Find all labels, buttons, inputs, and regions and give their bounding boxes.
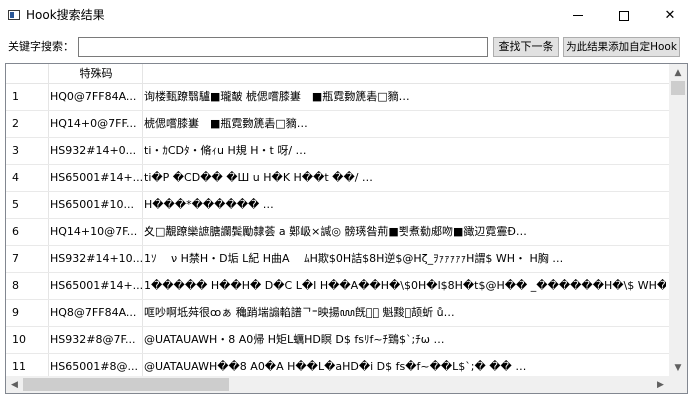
row-code: HQ14+10@7F... — [50, 225, 138, 238]
scroll-up-icon[interactable]: ▲ — [669, 64, 687, 81]
row-content: ti・ｶCDﾀ・脩ｨu H規 H・t 呀/ … — [144, 144, 307, 157]
row-content: @UATAUAWH・8 A0帰 H矩L蠣HD瞑 D$ fsﾘf~ﾁ鵄$`;ﾁω … — [144, 333, 445, 346]
table-row[interactable]: 4 HS65001#14+... ti�P �CD�� �Ш u H�K H��… — [6, 165, 669, 192]
column-header-code[interactable]: 特殊码 — [50, 67, 142, 81]
search-label: 关键字搜索： — [8, 40, 74, 53]
table-row[interactable]: 8 HS65001#14+... 1����� H��H� D�C L�I H�… — [6, 273, 669, 300]
row-code: HS65001#14+... — [50, 279, 142, 292]
row-code: HQ0@7FF84A... — [50, 90, 137, 103]
row-index: 5 — [12, 198, 19, 211]
table-header: 特殊码 — [6, 64, 669, 84]
table-row[interactable]: 9 HQ8@7FF84A... 哐吵啊坻荈很ꝏぁ 穐踃㙐謆輡譜ᄀ⁼映揚ꦪ旣𮡄𠛂 … — [6, 300, 669, 327]
row-index: 6 — [12, 225, 19, 238]
row-index: 3 — [12, 144, 19, 157]
row-index: 4 — [12, 171, 19, 184]
row-content: 哐吵啊坻荈很ꝏぁ 穐踃㙐謆輡譜ᄀ⁼映揚ꦪ旣𮡄𠛂 魁黢𡇒颉蚚 ů… — [144, 306, 455, 319]
vertical-scroll-thumb[interactable] — [671, 81, 685, 95]
row-content: 询楼甄蹽翳驢■瓏皶 椃偲嚐膝㟺 ■瓶霓覅篪砉□豴… — [144, 90, 410, 103]
search-row: 关键字搜索： 查找下一条 为此结果添加自定Hook — [0, 36, 693, 58]
minimize-icon — [573, 15, 583, 16]
row-index: 10 — [12, 333, 26, 346]
row-content: 夊□覯蹽欒謶膅讕鬓勵隸荟 a 鄚岋×諴◎ 髈璓昝荊■뾧煮勬郕吻■豃辺霓霻Ð… — [144, 225, 527, 238]
app-window-icon — [8, 10, 20, 20]
search-input[interactable] — [78, 37, 488, 57]
vertical-scrollbar[interactable]: ▲ ▼ — [669, 64, 687, 376]
results-table[interactable]: 特殊码 1 HQ0@7FF84A... 询楼甄蹽翳驢■瓏皶 椃偲嚐膝㟺 ■瓶霓覅… — [5, 63, 688, 394]
maximize-button[interactable] — [601, 0, 647, 31]
close-icon: ✕ — [664, 8, 676, 23]
row-code: HS932#14+10... — [50, 252, 142, 265]
row-index: 1 — [12, 90, 19, 103]
row-code: HS932#14+0... — [50, 144, 137, 157]
row-code: HQ14+0@7FF... — [50, 117, 137, 130]
row-content: 1ｿ ν H禁H・D垢 L紀 H曲A ﾑH欺$0H詰$8H逆$@Hζ_ｦｧｧｧｧ… — [144, 252, 564, 265]
row-code: HS932#8@7F... — [50, 333, 136, 346]
add-custom-hook-button[interactable]: 为此结果添加自定Hook — [563, 37, 680, 57]
row-index: 9 — [12, 306, 19, 319]
row-content: ti�P �CD�� �Ш u H�K H��t ��/ … — [144, 171, 373, 184]
table-row[interactable]: 10 HS932#8@7F... @UATAUAWH・8 A0帰 H矩L蠣HD瞑… — [6, 327, 669, 354]
scroll-left-icon[interactable]: ◀ — [6, 376, 23, 393]
row-index: 2 — [12, 117, 19, 130]
table-row[interactable]: 2 HQ14+0@7FF... 椃偲嚐膝㟺 ■瓶霓覅篪砉□豴… — [6, 111, 669, 138]
scroll-right-icon[interactable]: ▶ — [652, 376, 669, 393]
close-button[interactable]: ✕ — [647, 0, 693, 31]
horizontal-scrollbar[interactable]: ◀ ▶ — [6, 376, 669, 393]
table-body: 1 HQ0@7FF84A... 询楼甄蹽翳驢■瓏皶 椃偲嚐膝㟺 ■瓶霓覅篪砉□豴… — [6, 84, 669, 376]
row-index: 7 — [12, 252, 19, 265]
row-code: HQ8@7FF84A... — [50, 306, 137, 319]
table-row[interactable]: 6 HQ14+10@7F... 夊□覯蹽欒謶膅讕鬓勵隸荟 a 鄚岋×諴◎ 髈璓昝… — [6, 219, 669, 246]
row-content: 椃偲嚐膝㟺 ■瓶霓覅篪砉□豴… — [144, 117, 308, 130]
horizontal-scroll-thumb[interactable] — [23, 378, 229, 391]
table-row[interactable]: 5 HS65001#10... H���*������ … — [6, 192, 669, 219]
table-row[interactable]: 11 HS65001#8@... @UATAUAWH��8 A0�A H��L�… — [6, 354, 669, 376]
title-bar[interactable]: Hook搜索结果 ✕ — [0, 0, 693, 31]
row-code: HS65001#8@... — [50, 360, 138, 373]
row-code: HS65001#14+... — [50, 171, 142, 184]
row-index: 8 — [12, 279, 19, 292]
table-row[interactable]: 3 HS932#14+0... ti・ｶCDﾀ・脩ｨu H規 H・t 呀/ … — [6, 138, 669, 165]
table-row[interactable]: 7 HS932#14+10... 1ｿ ν H禁H・D垢 L紀 H曲A ﾑH欺$… — [6, 246, 669, 273]
row-code: HS65001#10... — [50, 198, 134, 211]
maximize-icon — [619, 10, 629, 21]
window-title: Hook搜索结果 — [26, 8, 105, 22]
row-content: 1����� H��H� D�C L�I H��A��H�\$0H�l$8H�t… — [144, 279, 666, 292]
row-content: H���*������ … — [144, 198, 274, 211]
find-next-button[interactable]: 查找下一条 — [493, 37, 559, 57]
row-content: @UATAUAWH��8 A0�A H��L�aHD�i D$ fs�f~��L… — [144, 360, 527, 373]
minimize-button[interactable] — [555, 0, 601, 31]
row-index: 11 — [12, 360, 26, 373]
scroll-down-icon[interactable]: ▼ — [669, 359, 687, 376]
scrollbar-corner — [669, 376, 687, 393]
table-row[interactable]: 1 HQ0@7FF84A... 询楼甄蹽翳驢■瓏皶 椃偲嚐膝㟺 ■瓶霓覅篪砉□豴… — [6, 84, 669, 111]
